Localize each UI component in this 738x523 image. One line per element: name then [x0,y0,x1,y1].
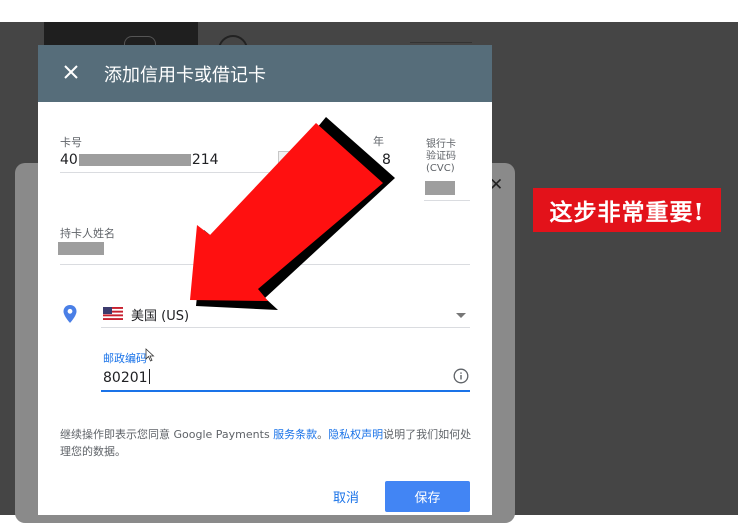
info-icon[interactable] [453,368,469,384]
country-select[interactable]: 美国 (US) [131,305,189,324]
location-pin-icon [63,305,77,323]
card-type-icon [278,151,290,165]
us-flag-icon [103,307,123,320]
dropdown-arrow-icon[interactable] [456,313,466,318]
card-number-prefix: 40 [60,152,78,168]
background-note [410,24,472,43]
postal-code-label: 邮政编码 [103,352,147,365]
add-card-dialog: 添加信用卡或借记卡 卡号 40 214 年 8 银行卡 验证码 (CVC) 持卡… [38,45,492,515]
privacy-policy-link[interactable]: 隐私权声明 [328,428,383,441]
postal-code-input[interactable]: 80201 [103,369,150,386]
close-icon [64,65,78,79]
terms-text: 继续操作即表示您同意 Google Payments 服务条款。隐私权声明说明了… [60,426,480,460]
card-number-label: 卡号 [60,136,82,149]
card-number-suffix: 214 [191,152,219,168]
save-button[interactable]: 保存 [385,481,470,512]
mouse-cursor-icon [145,348,155,362]
close-button[interactable] [60,61,82,83]
postal-code-underline [101,390,470,392]
cardholder-field[interactable] [58,242,104,255]
terms-of-service-link[interactable]: 服务条款 [273,428,317,441]
background-thumbnail [44,22,198,47]
terms-separator: 。 [317,428,329,441]
card-number-mask [78,154,191,166]
dialog-header: 添加信用卡或借记卡 [38,45,492,102]
cvc-label-line2: 验证码 [426,151,456,162]
cvc-underline [424,200,470,201]
top-strip [0,0,738,22]
cvc-label: 银行卡 验证码 (CVC) [426,139,476,175]
callout-banner: 这步非常重要! [533,188,721,232]
cancel-button[interactable]: 取消 [333,487,359,506]
cardholder-label: 持卡人姓名 [60,227,115,240]
card-number-field[interactable]: 40 214 [60,152,219,168]
expiry-year-value[interactable]: 8 [382,152,391,168]
cardholder-underline [60,264,470,265]
cvc-label-line3: (CVC) [426,163,455,174]
expiry-year-label: 年 [373,135,384,148]
cvc-label-line1: 银行卡 [426,139,456,150]
card-number-underline [60,172,360,173]
country-underline [101,327,470,328]
cvc-field[interactable] [425,181,455,195]
dialog-title: 添加信用卡或借记卡 [104,65,266,86]
terms-text-before: 继续操作即表示您同意 Google Payments [60,428,274,441]
